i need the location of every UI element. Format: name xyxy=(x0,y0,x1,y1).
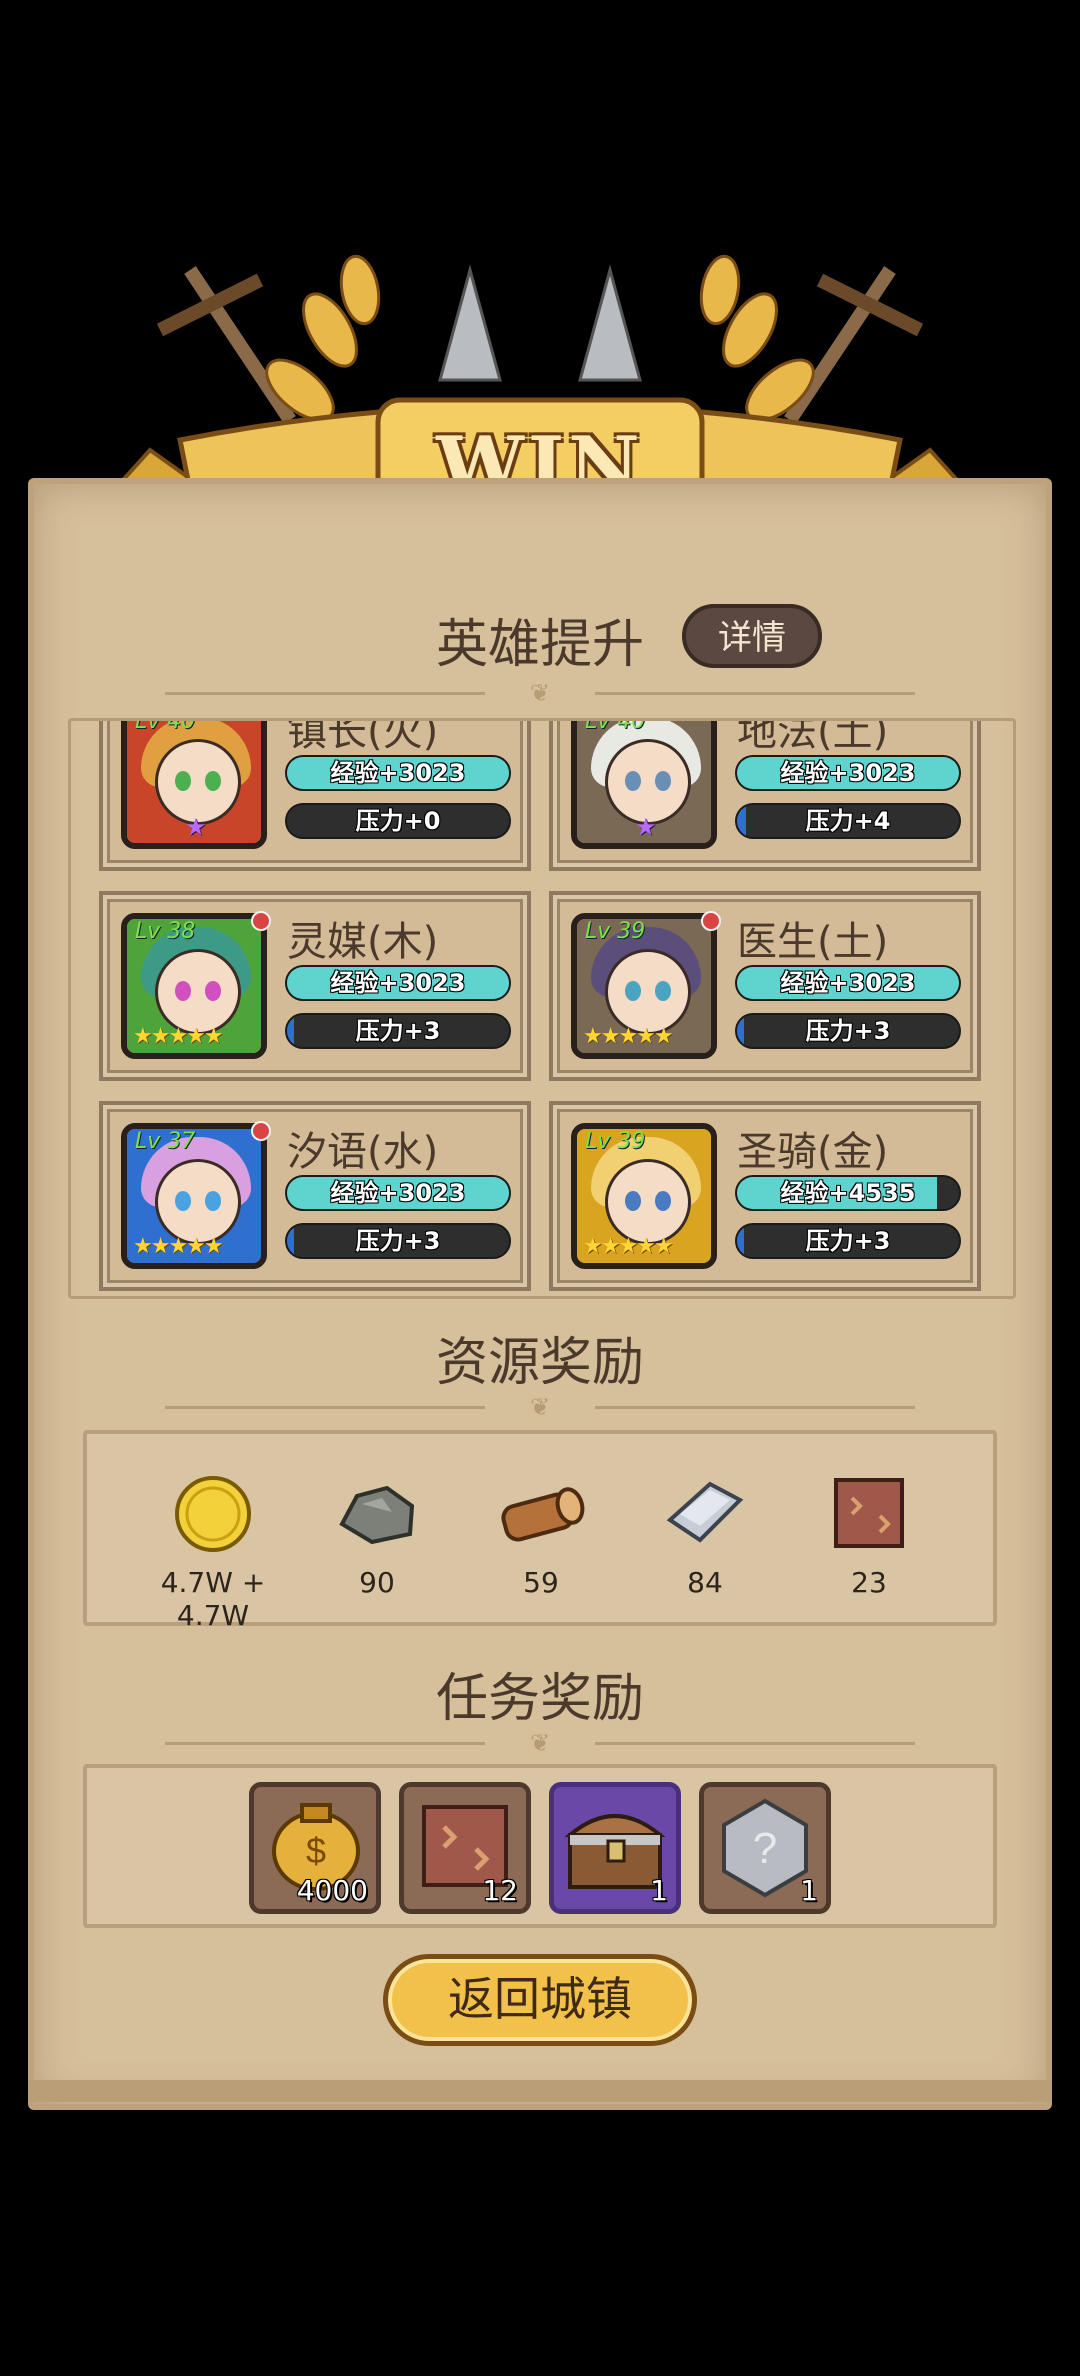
pressure-text: 压力+3 xyxy=(805,1017,891,1045)
star-rating: ★★★★★ xyxy=(133,1234,224,1259)
spear-tip-icon xyxy=(578,264,642,382)
hero-name: 圣骑(金) xyxy=(737,1129,889,1175)
hero-name: 汐语(水) xyxy=(287,1129,439,1175)
hero-name: 镇长(火) xyxy=(287,718,439,755)
notification-dot xyxy=(251,911,271,931)
pressure-bar: 压力+4 xyxy=(735,803,961,839)
wood-log-icon xyxy=(496,1474,586,1554)
resource-reward-box: 4.7W + 4.7W 90 59 84 23 xyxy=(83,1430,997,1632)
hero-level: Lv 39 xyxy=(585,919,646,944)
reward-quantity: 12 xyxy=(482,1874,518,1907)
task-reward-box: $ 4000 12 1 ? 1 xyxy=(83,1764,997,1928)
gold-coin-icon xyxy=(168,1474,258,1554)
pressure-bar: 压力+3 xyxy=(285,1013,511,1049)
spear-tip-icon xyxy=(438,264,502,382)
exp-text: 经验+3023 xyxy=(330,759,466,787)
hero-name: 灵媒(木) xyxy=(287,919,439,965)
hero-portrait: Lv 39 ★★★★★ xyxy=(571,1123,717,1269)
left-sword-icon xyxy=(156,266,296,424)
pressure-bar: 压力+3 xyxy=(735,1013,961,1049)
exp-bar: 经验+3023 xyxy=(735,965,961,1001)
pressure-bar: 压力+3 xyxy=(735,1223,961,1259)
resource-item-leather[interactable]: 23 xyxy=(789,1474,949,1599)
svg-text:$: $ xyxy=(306,1830,326,1871)
hero-card-tide-speaker[interactable]: Lv 37 ★★★★★ 汐语(水) 经验+3023 压力+3 xyxy=(99,1101,531,1291)
section-divider: ❦ xyxy=(165,1394,915,1422)
iron-ingot-icon xyxy=(660,1474,750,1554)
exp-text: 经验+3023 xyxy=(330,1179,466,1207)
task-reward-leather[interactable]: 12 xyxy=(399,1782,531,1914)
exp-bar: 经验+3023 xyxy=(735,755,961,791)
resource-item-gold[interactable]: 4.7W + 4.7W xyxy=(133,1474,293,1632)
star-rating: ★★★★★ xyxy=(583,1024,674,1049)
hero-portrait: Lv 38 ★★★★★ xyxy=(121,913,267,1059)
section-divider: ❦ xyxy=(165,1730,915,1758)
panel-bottom-edge xyxy=(28,2080,1052,2102)
exp-text: 经验+4535 xyxy=(780,1179,916,1207)
purple-star-icon: ★ xyxy=(635,813,657,841)
hero-name: 医生(土) xyxy=(737,919,889,965)
task-reward-mystery-gem[interactable]: ? 1 xyxy=(699,1782,831,1914)
hero-portrait: Lv 40 ★ xyxy=(571,718,717,849)
reward-quantity: 1 xyxy=(800,1874,818,1907)
hero-name: 地法(土) xyxy=(737,718,889,755)
pressure-text: 压力+3 xyxy=(355,1227,441,1255)
details-button[interactable]: 详情 xyxy=(682,604,822,668)
pressure-bar: 压力+0 xyxy=(285,803,511,839)
hero-list[interactable]: Lv 40 ★ 镇长(火) 经验+3023 压力+0 Lv 40 ★ 地法(土)… xyxy=(68,718,1016,1299)
pressure-text: 压力+0 xyxy=(355,807,441,835)
stone-ore-icon xyxy=(332,1474,422,1554)
resource-section-title: 资源奖励 xyxy=(435,1333,644,1393)
resource-item-iron[interactable]: 84 xyxy=(625,1474,785,1599)
exp-bar: 经验+3023 xyxy=(285,1175,511,1211)
hero-level: Lv 40 xyxy=(135,718,196,734)
section-divider: ❦ xyxy=(165,680,915,708)
pressure-text: 压力+3 xyxy=(355,1017,441,1045)
pressure-text: 压力+4 xyxy=(805,807,891,835)
pressure-bar: 压力+3 xyxy=(285,1223,511,1259)
resource-amount: 4.7W + 4.7W xyxy=(160,1566,266,1632)
hero-level: Lv 40 xyxy=(585,718,646,734)
resource-amount: 59 xyxy=(523,1566,559,1599)
hero-card-doctor[interactable]: Lv 39 ★★★★★ 医生(土) 经验+3023 压力+3 xyxy=(549,891,981,1081)
hero-portrait: Lv 39 ★★★★★ xyxy=(571,913,717,1059)
notification-dot xyxy=(701,911,721,931)
hero-card-earth-mage[interactable]: Lv 40 ★ 地法(土) 经验+3023 压力+4 xyxy=(549,718,981,871)
reward-quantity: 4000 xyxy=(296,1874,368,1907)
hero-portrait: Lv 37 ★★★★★ xyxy=(121,1123,267,1269)
right-sword-icon xyxy=(784,266,924,424)
exp-text: 经验+3023 xyxy=(780,759,916,787)
hero-section-title: 英雄提升 xyxy=(435,615,644,675)
task-reward-money-bag[interactable]: $ 4000 xyxy=(249,1782,381,1914)
exp-text: 经验+3023 xyxy=(780,969,916,997)
pressure-text: 压力+3 xyxy=(805,1227,891,1255)
exp-text: 经验+3023 xyxy=(330,969,466,997)
notification-dot xyxy=(251,1121,271,1141)
task-section-title: 任务奖励 xyxy=(435,1669,644,1729)
hero-portrait: Lv 40 ★ xyxy=(121,718,267,849)
reward-quantity: 1 xyxy=(650,1874,668,1907)
exp-bar: 经验+3023 xyxy=(285,965,511,1001)
exp-bar: 经验+4535 xyxy=(735,1175,961,1211)
star-rating: ★★★★★ xyxy=(583,1234,674,1259)
hero-card-medium[interactable]: Lv 38 ★★★★★ 灵媒(木) 经验+3023 压力+3 xyxy=(99,891,531,1081)
star-rating: ★★★★★ xyxy=(133,1024,224,1049)
resource-amount: 84 xyxy=(687,1566,723,1599)
task-reward-chest[interactable]: 1 xyxy=(549,1782,681,1914)
resource-amount: 90 xyxy=(359,1566,395,1599)
leather-hide-icon xyxy=(824,1474,914,1554)
hero-level: Lv 39 xyxy=(585,1129,646,1154)
hero-level: Lv 38 xyxy=(135,919,196,944)
resource-item-stone[interactable]: 90 xyxy=(297,1474,457,1599)
purple-star-icon: ★ xyxy=(185,813,207,841)
return-to-town-button[interactable]: 返回城镇 xyxy=(383,1954,697,2046)
hero-level: Lv 37 xyxy=(135,1129,196,1154)
svg-text:?: ? xyxy=(753,1824,777,1873)
hero-card-paladin[interactable]: Lv 39 ★★★★★ 圣骑(金) 经验+4535 压力+3 xyxy=(549,1101,981,1291)
exp-bar: 经验+3023 xyxy=(285,755,511,791)
resource-amount: 23 xyxy=(851,1566,887,1599)
resource-item-wood[interactable]: 59 xyxy=(461,1474,621,1599)
hero-card-town-chief[interactable]: Lv 40 ★ 镇长(火) 经验+3023 压力+0 xyxy=(99,718,531,871)
